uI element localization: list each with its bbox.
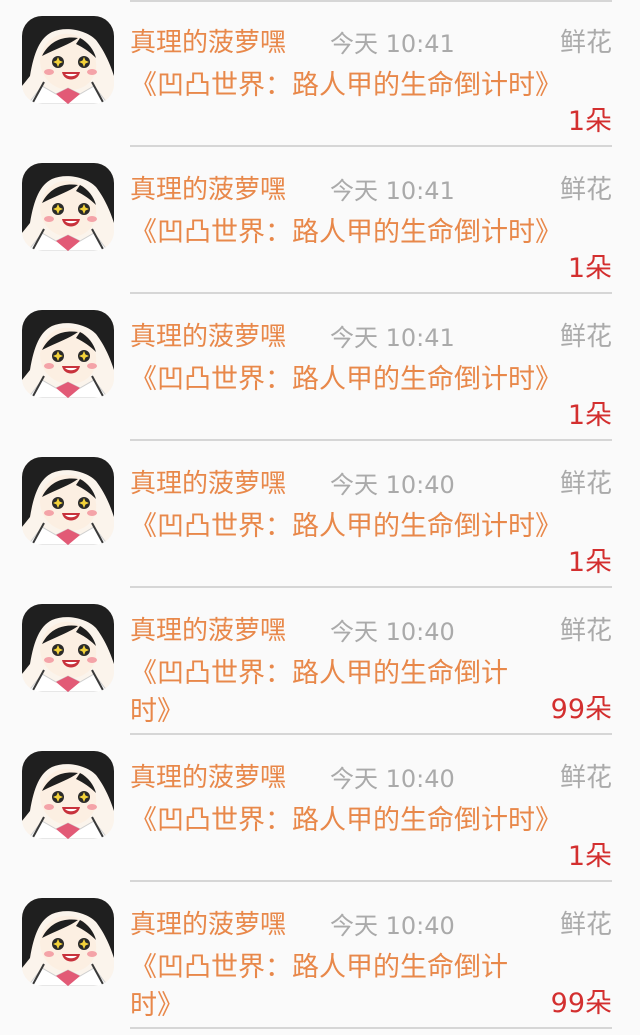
- timestamp: 今天 10:40: [330, 618, 455, 646]
- book-title[interactable]: 《凹凸世界：路人甲的生命倒计时》: [130, 508, 562, 546]
- gift-count: 1朵: [567, 106, 612, 137]
- book-title[interactable]: 《凹凸世界：路人甲的生命倒计时》: [130, 655, 522, 731]
- avatar[interactable]: [22, 310, 114, 398]
- timestamp: 今天 10:41: [330, 30, 455, 58]
- timestamp: 今天 10:40: [330, 765, 455, 793]
- gift-record-list: 真理的菠萝嘿 今天 10:41 鲜花 《凹凸世界：路人甲的生命倒计时》 1朵 真…: [0, 0, 640, 1035]
- list-item[interactable]: 真理的菠萝嘿 今天 10:41 鲜花 《凹凸世界：路人甲的生命倒计时》 1朵: [0, 294, 640, 441]
- avatar[interactable]: [22, 751, 114, 839]
- gift-type: 鲜花: [559, 28, 612, 58]
- gift-type: 鲜花: [559, 469, 612, 499]
- sender-name[interactable]: 真理的菠萝嘿: [130, 25, 286, 61]
- gift-count: 99朵: [550, 988, 612, 1019]
- gift-count: 1朵: [567, 547, 612, 578]
- book-title[interactable]: 《凹凸世界：路人甲的生命倒计时》: [130, 949, 522, 1025]
- row-divider: [130, 1027, 612, 1029]
- gift-count: 99朵: [550, 694, 612, 725]
- book-title[interactable]: 《凹凸世界：路人甲的生命倒计时》: [130, 214, 562, 252]
- sender-name[interactable]: 真理的菠萝嘿: [130, 613, 286, 649]
- gift-type: 鲜花: [559, 322, 612, 352]
- sender-name[interactable]: 真理的菠萝嘿: [130, 172, 286, 208]
- book-title[interactable]: 《凹凸世界：路人甲的生命倒计时》: [130, 67, 562, 105]
- book-title[interactable]: 《凹凸世界：路人甲的生命倒计时》: [130, 802, 562, 840]
- gift-type: 鲜花: [559, 910, 612, 940]
- sender-name[interactable]: 真理的菠萝嘿: [130, 760, 286, 796]
- sender-name[interactable]: 真理的菠萝嘿: [130, 319, 286, 355]
- avatar[interactable]: [22, 16, 114, 104]
- timestamp: 今天 10:40: [330, 471, 455, 499]
- gift-type: 鲜花: [559, 175, 612, 205]
- list-item[interactable]: 真理的菠萝嘿 今天 10:40 鲜花 《凹凸世界：路人甲的生命倒计时》 99朵: [0, 588, 640, 735]
- sender-name[interactable]: 真理的菠萝嘿: [130, 466, 286, 502]
- gift-type: 鲜花: [559, 763, 612, 793]
- book-title[interactable]: 《凹凸世界：路人甲的生命倒计时》: [130, 361, 562, 399]
- list-item[interactable]: 真理的菠萝嘿 今天 10:40 鲜花 《凹凸世界：路人甲的生命倒计时》 99朵: [0, 882, 640, 1029]
- avatar[interactable]: [22, 457, 114, 545]
- list-item[interactable]: 真理的菠萝嘿 今天 10:41 鲜花 《凹凸世界：路人甲的生命倒计时》 1朵: [0, 0, 640, 147]
- gift-type: 鲜花: [559, 616, 612, 646]
- timestamp: 今天 10:41: [330, 324, 455, 352]
- timestamp: 今天 10:41: [330, 177, 455, 205]
- gift-count: 1朵: [567, 400, 612, 431]
- sender-name[interactable]: 真理的菠萝嘿: [130, 907, 286, 943]
- gift-count: 1朵: [567, 841, 612, 872]
- timestamp: 今天 10:40: [330, 912, 455, 940]
- gift-count: 1朵: [567, 253, 612, 284]
- avatar[interactable]: [22, 898, 114, 986]
- avatar[interactable]: [22, 604, 114, 692]
- list-item[interactable]: 真理的菠萝嘿 今天 10:40 鲜花 《凹凸世界：路人甲的生命倒计时》 1朵: [0, 735, 640, 882]
- list-item[interactable]: 真理的菠萝嘿 今天 10:40 鲜花 《凹凸世界：路人甲的生命倒计时》 1朵: [0, 441, 640, 588]
- list-item[interactable]: 真理的菠萝嘿 今天 10:41 鲜花 《凹凸世界：路人甲的生命倒计时》 1朵: [0, 147, 640, 294]
- avatar[interactable]: [22, 163, 114, 251]
